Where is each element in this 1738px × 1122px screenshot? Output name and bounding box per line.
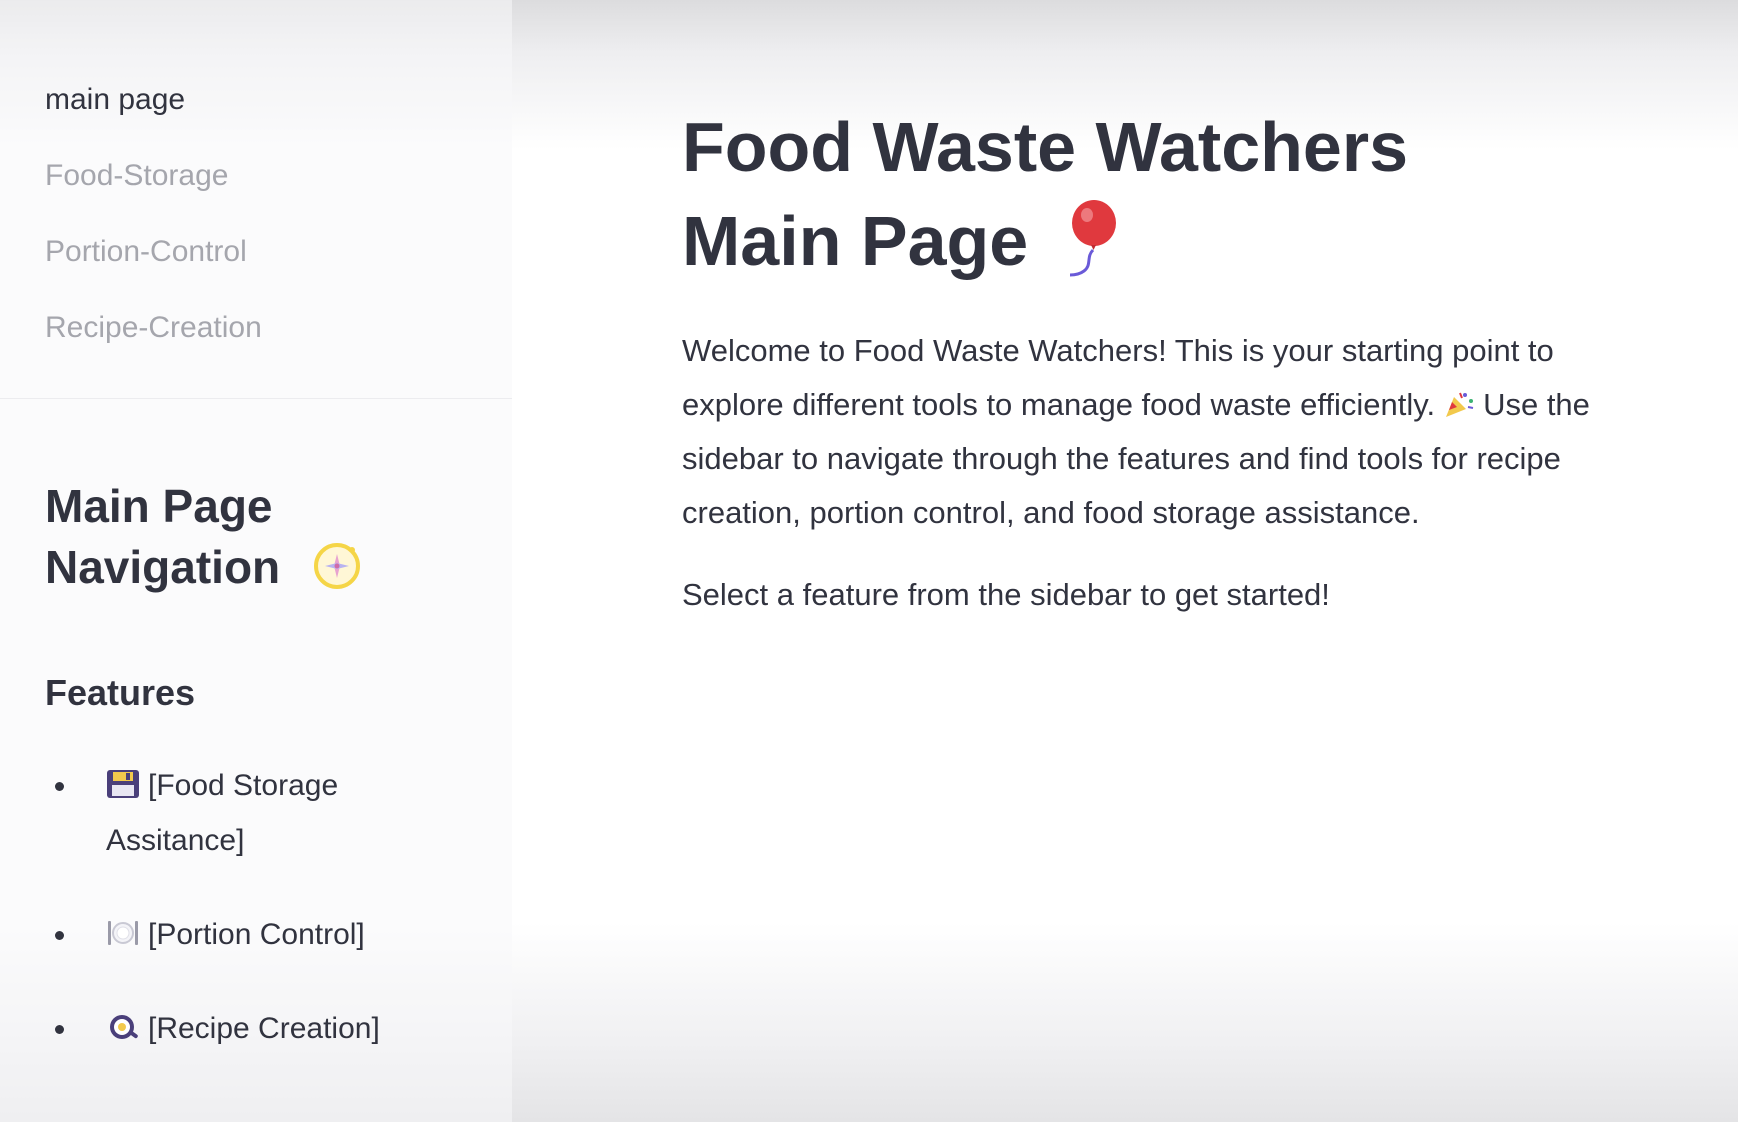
sidebar-item-portion-control[interactable]: Portion-Control xyxy=(45,230,262,306)
cta-text: Select a feature from the sidebar to get… xyxy=(682,577,1330,612)
feature-link-recipe-creation[interactable]: [Recipe Creation] xyxy=(148,1012,380,1045)
intro-text-part1: Welcome to Food Waste Watchers! This is … xyxy=(682,333,1554,422)
floppy-disk-icon xyxy=(106,762,140,798)
feature-link-food-storage[interactable]: [Food Storage Assitance] xyxy=(106,769,338,857)
page-title: Food Waste Watchers Main Page xyxy=(682,100,1602,288)
sidebar-item-food-storage[interactable]: Food-Storage xyxy=(45,154,262,230)
sidebar-heading-line2: Navigation xyxy=(45,541,281,593)
bullet xyxy=(55,931,64,940)
features-heading: Features xyxy=(45,672,196,713)
plate-cutlery-icon xyxy=(106,911,140,945)
balloon-icon xyxy=(1058,199,1124,279)
sidebar-divider xyxy=(0,398,512,399)
sidebar-heading: Main Page Navigation xyxy=(45,476,371,598)
app-page: main page Food-Storage Portion-Control R… xyxy=(0,0,1738,1122)
list-item-food-storage: [Food Storage Assitance] xyxy=(45,758,465,868)
feature-link-portion-control[interactable]: [Portion Control] xyxy=(148,918,365,951)
compass-icon xyxy=(311,539,363,591)
sidebar-nav: main page Food-Storage Portion-Control R… xyxy=(45,78,262,382)
main-content: Food Waste Watchers Main Page Welcome to… xyxy=(682,100,1602,622)
page-title-line2: Main Page xyxy=(682,202,1029,280)
intro-paragraph: Welcome to Food Waste Watchers! This is … xyxy=(682,324,1602,540)
features-list: [Food Storage Assitance] [Portion Contro… xyxy=(45,758,465,1095)
bullet xyxy=(55,782,64,791)
list-item-portion-control: [Portion Control] xyxy=(45,907,465,962)
sidebar: main page Food-Storage Portion-Control R… xyxy=(0,0,512,1122)
bullet xyxy=(55,1025,64,1034)
sidebar-heading-line1: Main Page xyxy=(45,480,273,532)
page-title-line1: Food Waste Watchers xyxy=(682,108,1409,186)
sidebar-item-recipe-creation[interactable]: Recipe-Creation xyxy=(45,306,262,382)
sidebar-item-main-page[interactable]: main page xyxy=(45,78,262,154)
frying-pan-egg-icon xyxy=(106,1005,140,1039)
list-item-recipe-creation: [Recipe Creation] xyxy=(45,1001,465,1056)
party-popper-icon xyxy=(1443,382,1475,417)
